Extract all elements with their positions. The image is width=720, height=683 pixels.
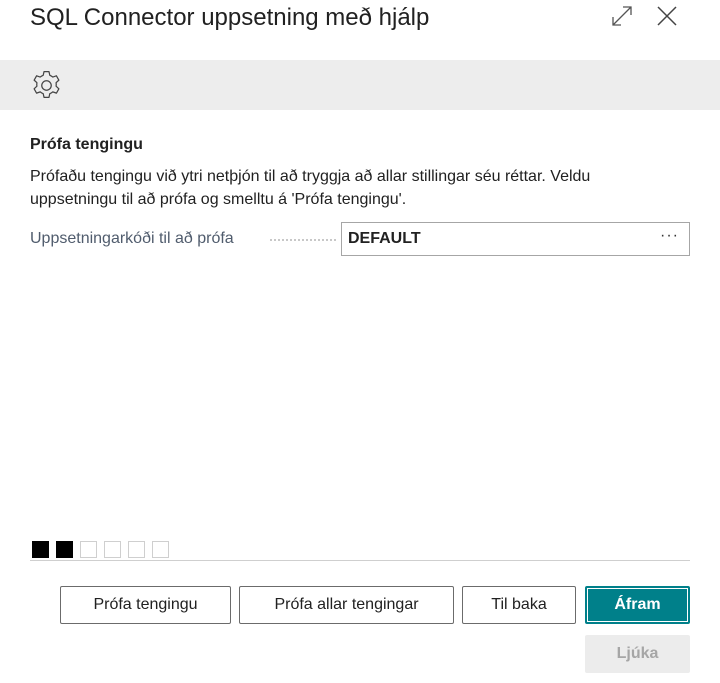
action-toolbar — [0, 60, 720, 110]
section-title: Prófa tengingu — [30, 136, 143, 153]
gear-icon — [30, 70, 63, 106]
setup-code-input[interactable]: DEFAULT ··· — [341, 222, 690, 256]
expand-icon — [610, 4, 634, 28]
step-marker — [56, 541, 73, 558]
dialog-title: SQL Connector uppsetning með hjálp — [30, 4, 430, 31]
test-all-connections-button[interactable]: Prófa allar tengingar — [239, 586, 454, 624]
step-marker — [152, 541, 169, 558]
step-marker — [128, 541, 145, 558]
step-marker — [104, 541, 121, 558]
finish-button: Ljúka — [585, 635, 690, 673]
setup-code-value: DEFAULT — [348, 230, 421, 247]
step-marker — [80, 541, 97, 558]
close-button[interactable] — [655, 4, 679, 28]
assisted-setup-dialog: SQL Connector uppsetning með hjálp Prófa… — [0, 0, 720, 683]
lookup-ellipsis-button[interactable]: ··· — [660, 227, 679, 245]
step-marker — [32, 541, 49, 558]
back-button[interactable]: Til baka — [462, 586, 576, 624]
close-icon — [655, 4, 679, 28]
footer-divider — [30, 560, 690, 561]
setup-code-label: Uppsetningarkóði til að prófa — [30, 230, 234, 247]
field-leader-dots — [270, 239, 336, 241]
test-connection-button[interactable]: Prófa tengingu — [60, 586, 231, 624]
settings-button[interactable] — [30, 69, 63, 102]
expand-button[interactable] — [610, 4, 634, 28]
setup-code-field-row: Uppsetningarkóði til að prófa DEFAULT ··… — [30, 222, 690, 256]
next-button[interactable]: Áfram — [585, 586, 690, 624]
instructions-text: Prófaðu tengingu við ytri netþjón til að… — [30, 168, 591, 208]
